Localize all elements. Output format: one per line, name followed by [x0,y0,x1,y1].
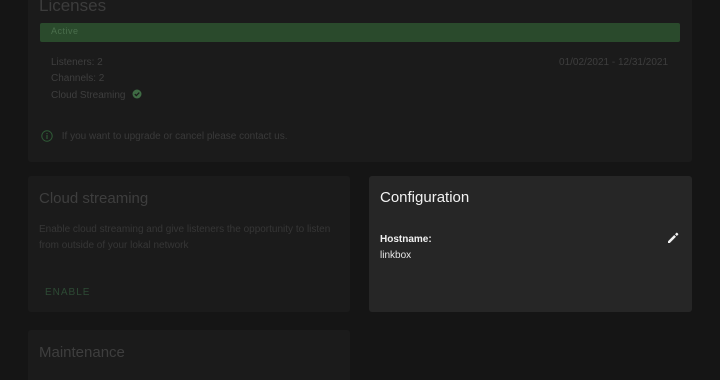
license-dates: 01/02/2021 - 12/31/2021 [559,57,668,68]
maintenance-title: Maintenance [39,344,125,361]
license-info-row: If you want to upgrade or cancel please … [41,130,287,142]
listeners-count: Listeners: 2 [51,57,103,68]
cloud-streaming-feature-label: Cloud Streaming [51,90,126,101]
cloud-streaming-feature: Cloud Streaming [51,89,142,101]
cloud-streaming-card: Cloud streaming Enable cloud streaming a… [28,176,350,312]
pencil-icon[interactable] [666,231,680,245]
licenses-card: Licenses Active Listeners: 2 01/02/2021 … [28,0,692,162]
configuration-title: Configuration [380,189,470,206]
page: Licenses Active Listeners: 2 01/02/2021 … [0,0,720,380]
cloud-streaming-description: Enable cloud streaming and give listener… [39,224,331,251]
hostname-value: linkbox [380,250,412,261]
maintenance-card: Maintenance [28,330,350,380]
info-icon [41,130,53,142]
license-status-text: Active [51,26,79,36]
hostname-label: Hostname: [380,234,432,245]
licenses-title: Licenses [39,0,107,15]
configuration-card: Configuration Hostname: linkbox [369,176,692,312]
license-info-text: If you want to upgrade or cancel please … [61,131,288,142]
enable-button[interactable]: ENABLE [39,284,96,301]
check-circle-icon [132,89,142,99]
channels-count: Channels: 2 [51,73,105,84]
license-status-bar: Active [40,23,680,42]
cloud-streaming-title: Cloud streaming [39,190,149,207]
